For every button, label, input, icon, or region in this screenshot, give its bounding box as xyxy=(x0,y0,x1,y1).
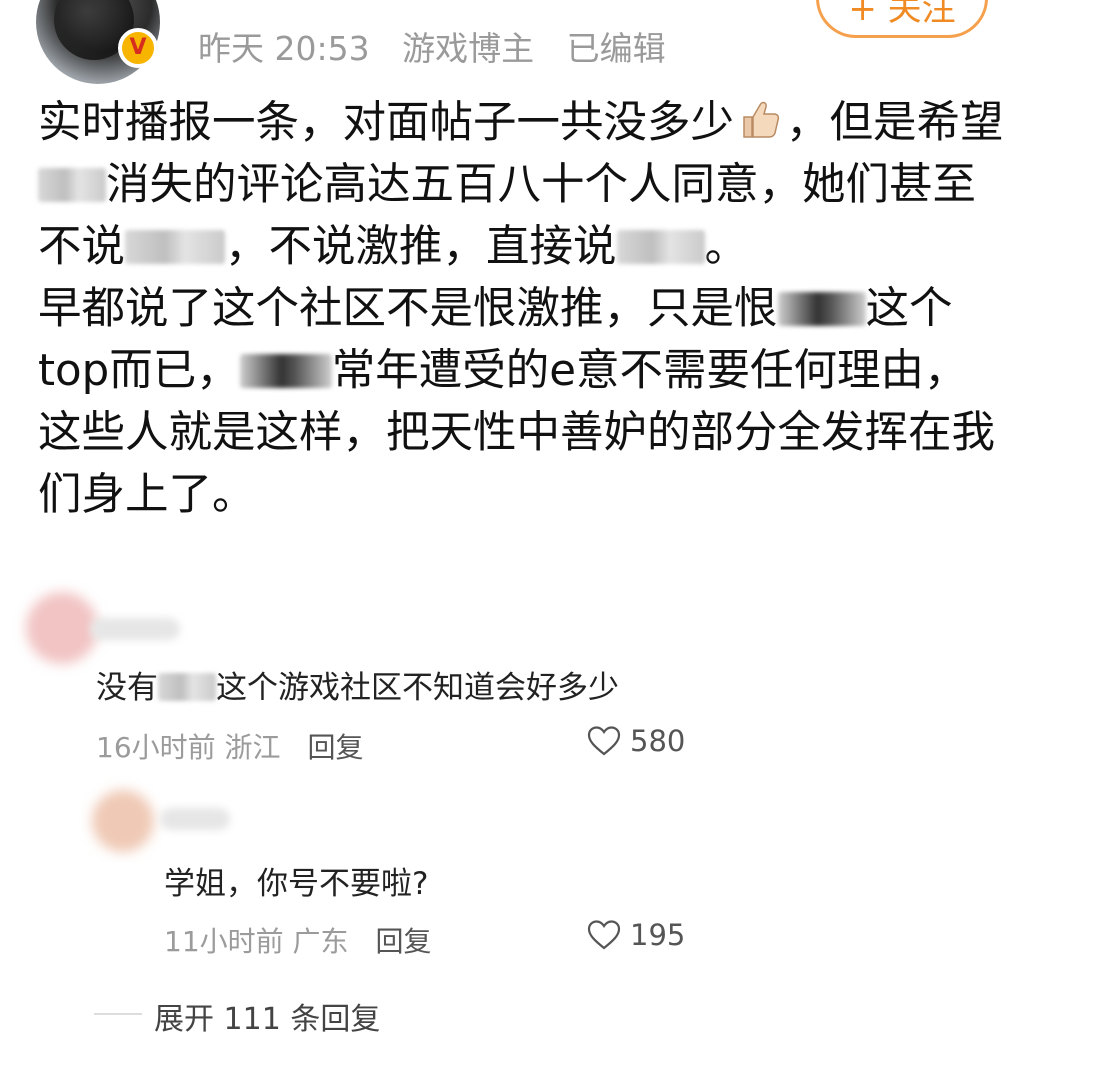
comment-meta: 11小时前 广东 回复 xyxy=(164,925,432,958)
post-line: 不说 ，不说激推，直接说。 xyxy=(38,222,748,272)
like-count: 195 xyxy=(630,918,686,952)
post-line: 早都说了这个社区不是恨激推，只是恨 这个 xyxy=(38,284,953,334)
commenter-name[interactable] xyxy=(90,618,180,640)
redacted-text xyxy=(38,168,106,202)
redacted-text xyxy=(125,230,225,264)
post-line: 实时播报一条，对面帖子一共没多少 ，但是希望 xyxy=(38,92,1078,154)
heart-icon xyxy=(587,726,621,756)
comment-text: 学姐，你号不要啦? xyxy=(164,866,429,902)
redacted-text xyxy=(616,230,705,264)
post-line: 这些人就是这样，把天性中善妒的部分全发挥在我 xyxy=(38,408,995,458)
commenter-name[interactable] xyxy=(160,808,230,830)
follow-button[interactable]: + 关注 xyxy=(816,0,988,38)
redacted-text xyxy=(158,673,216,701)
post-meta: 昨天 20:53 游戏博主 已编辑 xyxy=(198,22,688,70)
redacted-text xyxy=(777,292,866,326)
commenter-avatar[interactable] xyxy=(92,790,154,852)
thumbs-up-icon xyxy=(736,95,784,143)
post-line: top而已， 常年遭受的e意不需要任何理由， xyxy=(38,346,968,396)
divider xyxy=(94,1013,142,1015)
reply-button[interactable]: 回复 xyxy=(375,925,431,958)
like-button[interactable]: 580 xyxy=(586,724,685,758)
author-tag: 游戏博主 xyxy=(402,29,535,68)
expand-replies-link[interactable]: 展开 111 条回复 xyxy=(154,994,380,1038)
comment-meta: 16小时前 浙江 回复 xyxy=(96,731,364,764)
post-line: 消失的评论高达五百八十个人同意，她们甚至 xyxy=(38,154,1078,216)
like-button[interactable]: 195 xyxy=(586,918,685,952)
comment-text: 没有 这个游戏社区不知道会好多少 xyxy=(96,670,619,706)
post-time: 昨天 20:53 xyxy=(198,29,370,68)
redacted-text xyxy=(239,354,332,388)
edited-label: 已编辑 xyxy=(566,29,666,68)
commenter-avatar[interactable] xyxy=(26,592,98,664)
like-count: 580 xyxy=(630,724,686,758)
heart-icon xyxy=(587,920,621,950)
post-line: 们身上了。 xyxy=(38,470,256,520)
reply-button[interactable]: 回复 xyxy=(307,731,363,764)
post-body: 实时播报一条，对面帖子一共没多少 ，但是希望 消失的评论高达五百八十个人同意，她们… xyxy=(38,92,1078,526)
verified-v-icon: V xyxy=(118,28,158,68)
